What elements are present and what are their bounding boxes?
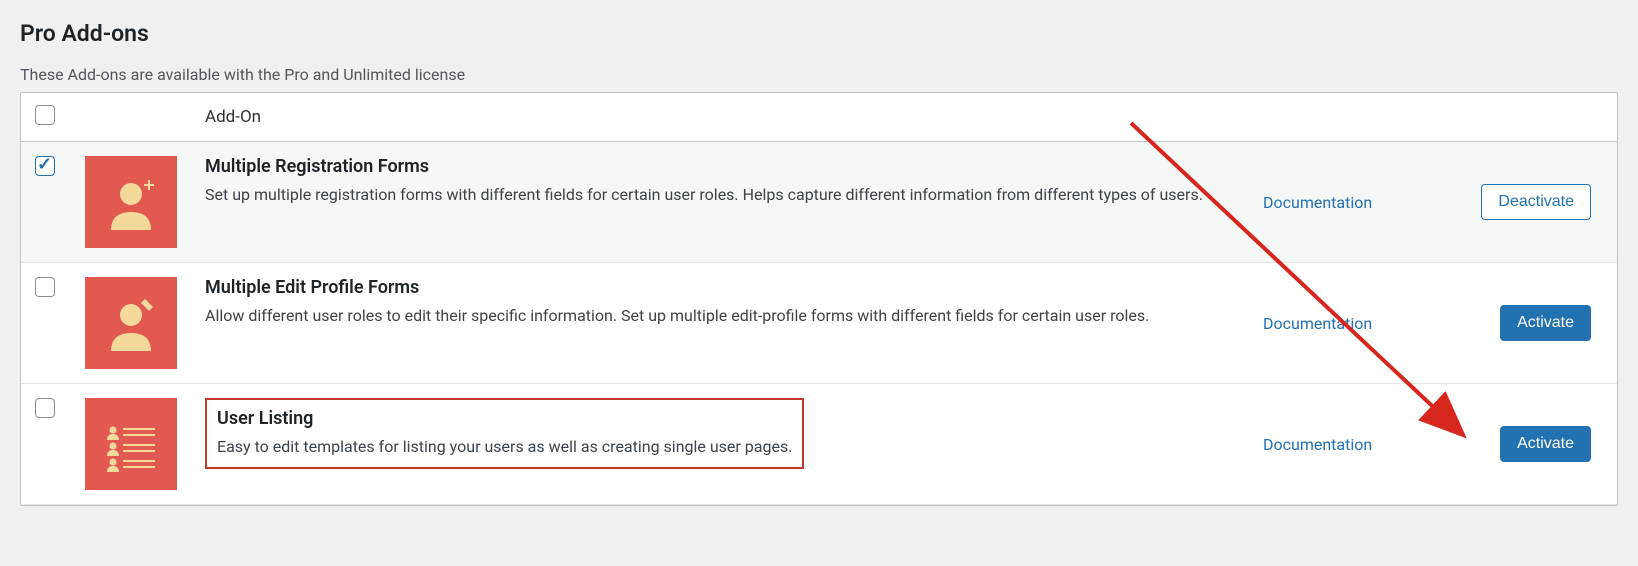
addon-checkbox[interactable] — [35, 156, 55, 176]
page-subtitle: These Add-ons are available with the Pro… — [20, 65, 1618, 84]
addon-row: Multiple Edit Profile Forms Allow differ… — [21, 263, 1617, 384]
activate-button[interactable]: Activate — [1500, 426, 1591, 462]
addon-title: Multiple Registration Forms — [205, 156, 1243, 177]
activate-button[interactable]: Activate — [1500, 305, 1591, 341]
select-all-checkbox[interactable] — [35, 105, 55, 125]
addon-description: Easy to edit templates for listing your … — [217, 435, 792, 459]
page-title: Pro Add-ons — [20, 20, 1618, 47]
addon-checkbox[interactable] — [35, 398, 55, 418]
addon-row: User Listing Easy to edit templates for … — [21, 384, 1617, 505]
addon-row: Multiple Registration Forms Set up multi… — [21, 142, 1617, 263]
addon-description: Set up multiple registration forms with … — [205, 183, 1243, 207]
column-header-addon: Add-On — [205, 107, 261, 127]
addons-table: Add-On Multiple Registration Forms Set u… — [20, 92, 1618, 506]
deactivate-button[interactable]: Deactivate — [1481, 184, 1591, 220]
table-header: Add-On — [21, 93, 1617, 142]
documentation-link[interactable]: Documentation — [1263, 314, 1372, 333]
documentation-link[interactable]: Documentation — [1263, 193, 1372, 212]
annotation-highlight: User Listing Easy to edit templates for … — [205, 398, 804, 469]
addon-description: Allow different user roles to edit their… — [205, 304, 1243, 328]
addon-icon-user-list — [85, 398, 177, 490]
addon-icon-user-plus — [85, 156, 177, 248]
addon-title: Multiple Edit Profile Forms — [205, 277, 1243, 298]
documentation-link[interactable]: Documentation — [1263, 435, 1372, 454]
addon-title: User Listing — [217, 408, 792, 429]
addon-icon-user-edit — [85, 277, 177, 369]
addon-checkbox[interactable] — [35, 277, 55, 297]
